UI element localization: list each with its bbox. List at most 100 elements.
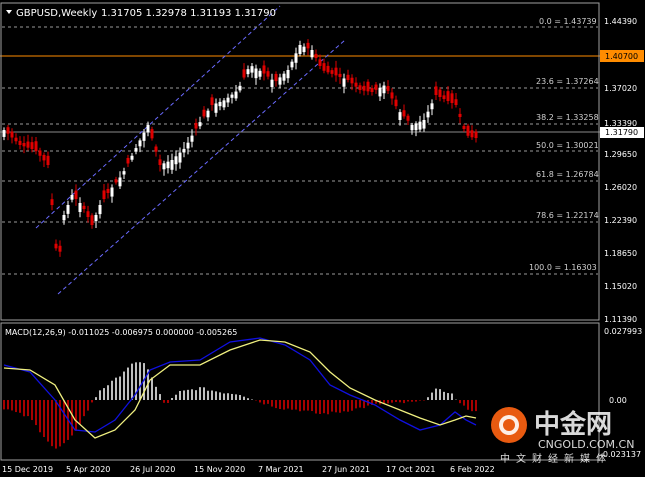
candle-body bbox=[410, 125, 414, 131]
candle-body bbox=[210, 97, 214, 105]
candle-body bbox=[230, 94, 234, 98]
candle-body bbox=[278, 77, 282, 85]
candle-body bbox=[286, 70, 290, 79]
candle-body bbox=[54, 243, 58, 249]
candle-body bbox=[382, 85, 386, 94]
candle-body bbox=[150, 129, 154, 139]
candle-body bbox=[50, 199, 54, 205]
candle-body bbox=[418, 121, 422, 130]
candle-body bbox=[294, 53, 298, 63]
candle-body bbox=[190, 135, 194, 142]
candle-body bbox=[142, 132, 146, 141]
candle-body bbox=[166, 161, 170, 169]
candle-body bbox=[366, 81, 370, 92]
fib-labels: 0.0 = 1.43739 23.6 = 1.37264 38.2 = 1.33… bbox=[529, 17, 599, 272]
candle-body bbox=[266, 71, 270, 77]
candle-body bbox=[106, 188, 110, 193]
svg-text:26 Jul 2020: 26 Jul 2020 bbox=[130, 465, 175, 474]
candle-body bbox=[442, 95, 446, 99]
candle-body bbox=[146, 125, 150, 133]
fib-label-618: 61.8 = 1.26784 bbox=[536, 170, 599, 179]
candle-body bbox=[178, 152, 182, 163]
candle-body bbox=[454, 99, 458, 105]
candle-body bbox=[14, 137, 18, 142]
fib-label-50: 50.0 = 1.30021 bbox=[536, 141, 599, 150]
candle-body bbox=[338, 73, 342, 77]
candle-body bbox=[26, 141, 30, 148]
chart-header: GBPUSD,Weekly 1.31705 1.32978 1.31193 1.… bbox=[6, 8, 276, 19]
candle-body bbox=[370, 87, 374, 92]
candle-body bbox=[474, 131, 478, 138]
candle-body bbox=[466, 125, 470, 136]
candle-body bbox=[58, 245, 62, 252]
candle-body bbox=[390, 92, 394, 99]
candle-body bbox=[238, 85, 242, 91]
candle-body bbox=[2, 130, 6, 137]
svg-text:中文财经新媒体: 中文财经新媒体 bbox=[500, 452, 612, 465]
candle-body bbox=[346, 74, 350, 80]
candle-body bbox=[386, 86, 390, 91]
candle-body bbox=[354, 82, 358, 87]
candle-body bbox=[182, 148, 186, 153]
candle-body bbox=[110, 187, 114, 197]
candle-body bbox=[34, 141, 38, 152]
candle-body bbox=[398, 112, 402, 120]
candle-body bbox=[414, 123, 418, 131]
svg-text:1.33390: 1.33390 bbox=[604, 119, 637, 128]
candle-body bbox=[270, 79, 274, 88]
candle-body bbox=[446, 91, 450, 101]
candle-body bbox=[138, 140, 142, 147]
candle-body bbox=[226, 97, 230, 103]
chart-canvas[interactable]: 0.0 = 1.43739 23.6 = 1.37264 38.2 = 1.33… bbox=[0, 0, 645, 477]
candle-body bbox=[118, 177, 122, 187]
candle-body bbox=[154, 146, 158, 152]
candle-body bbox=[374, 84, 378, 90]
candle-body bbox=[66, 205, 70, 214]
fib-label-0: 0.0 = 1.43739 bbox=[539, 17, 597, 26]
fib-label-100: 100.0 = 1.16303 bbox=[529, 263, 597, 272]
candle-body bbox=[214, 103, 218, 113]
candle-body bbox=[350, 77, 354, 84]
candle-body bbox=[6, 127, 10, 134]
candle-body bbox=[18, 140, 22, 145]
candle-body bbox=[30, 142, 34, 149]
candle-body bbox=[426, 111, 430, 118]
svg-text:1.40700: 1.40700 bbox=[605, 52, 638, 61]
fib-label-382: 38.2 = 1.33258 bbox=[536, 113, 599, 122]
candle-body bbox=[250, 66, 254, 73]
price-candles[interactable] bbox=[2, 39, 478, 257]
candle-body bbox=[258, 70, 262, 77]
candle-body bbox=[86, 211, 90, 217]
triangle-down-icon[interactable] bbox=[6, 10, 12, 14]
candle-body bbox=[470, 130, 474, 138]
candle-body bbox=[122, 171, 126, 175]
candle-body bbox=[402, 110, 406, 117]
svg-text:1.22390: 1.22390 bbox=[604, 216, 637, 225]
candle-body bbox=[206, 110, 210, 118]
candle-body bbox=[162, 163, 166, 170]
candle-body bbox=[342, 78, 346, 87]
candle-body bbox=[46, 155, 50, 165]
svg-text:17 Oct 2021: 17 Oct 2021 bbox=[386, 465, 435, 474]
svg-text:1.15020: 1.15020 bbox=[604, 282, 637, 291]
candle-body bbox=[290, 61, 294, 68]
candle-body bbox=[430, 103, 434, 110]
macd-histogram bbox=[3, 362, 477, 449]
candle-body bbox=[102, 190, 106, 199]
candle-body bbox=[158, 159, 162, 165]
candle-body bbox=[458, 113, 462, 117]
svg-text:27 Jun 2021: 27 Jun 2021 bbox=[322, 465, 370, 474]
candle-body bbox=[358, 85, 362, 90]
candle-body bbox=[314, 53, 318, 58]
candle-body bbox=[82, 205, 86, 209]
candle-body bbox=[242, 69, 246, 78]
candle-body bbox=[42, 154, 46, 161]
fib-lines bbox=[2, 26, 598, 275]
candle-body bbox=[130, 155, 134, 160]
candle-body bbox=[222, 100, 226, 108]
svg-text:CNGOLD.COM.CN: CNGOLD.COM.CN bbox=[538, 438, 634, 451]
fib-label-236: 23.6 = 1.37264 bbox=[536, 77, 599, 86]
candle-body bbox=[94, 215, 98, 222]
candle-body bbox=[262, 65, 266, 74]
candle-body bbox=[114, 179, 118, 183]
